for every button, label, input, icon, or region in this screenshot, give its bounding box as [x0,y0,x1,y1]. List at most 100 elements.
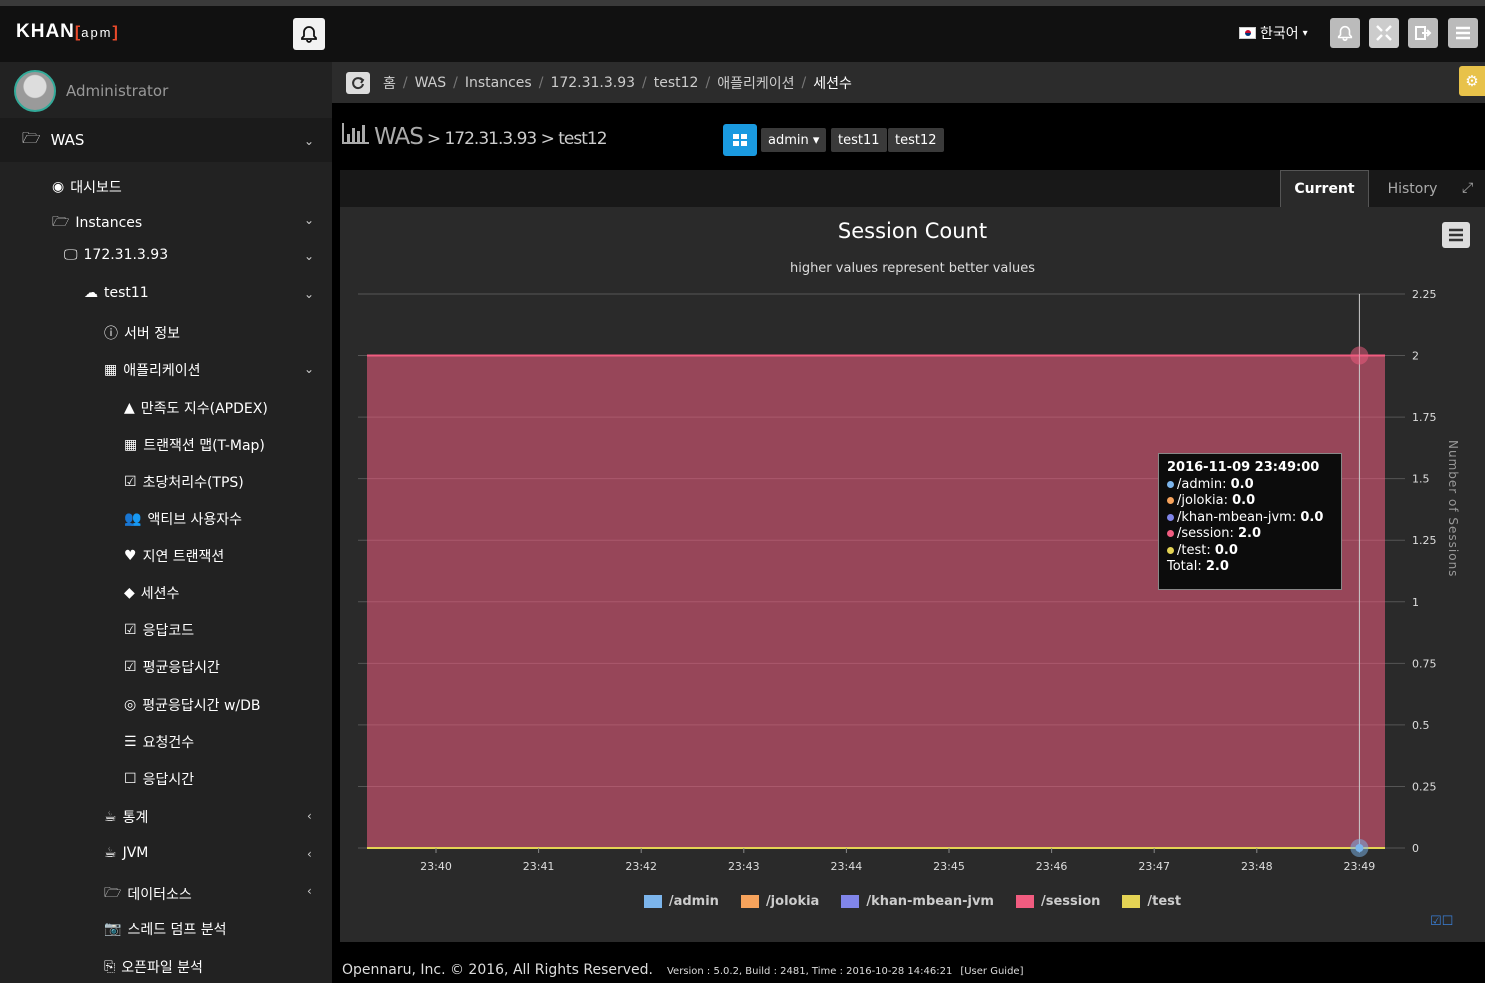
sidebar-item-server-info[interactable]: ⓘ 서버 정보 [104,323,180,343]
checkbox-icon: ☑ [124,622,137,638]
dashboard-icon: ◉ [52,179,65,195]
app-dropdown[interactable]: admin ▾ [761,128,827,152]
chevron-down-icon: ⌄ [304,287,315,301]
sidebar-item-test11[interactable]: ☁ test11 [84,285,149,301]
sidebar-item-jvm[interactable]: ☕ JVM [104,845,148,861]
sidebar-item-avg-response-db[interactable]: ◎ 평균응답시간 w/DB [124,695,261,715]
breadcrumb-current: 세션수 [813,75,852,92]
legend-label: /admin [668,894,719,909]
sidebar-item-stats[interactable]: ☕ 통계 [104,807,148,827]
tooltip-series-value: 0.0 [1300,509,1324,525]
user-guide-link[interactable]: [User Guide] [960,966,1023,977]
x-tick-label: 23:41 [523,860,555,873]
tooltip-row: /test: 0.0 [1167,543,1333,560]
sidebar-item-instances[interactable]: 🗁 Instances [52,211,142,235]
sidebar-item-label: 대시보드 [70,180,122,196]
instance-pill-test12[interactable]: test12 [888,128,944,152]
sidebar-item-request-count[interactable]: ☰ 요청건수 [124,732,194,752]
breadcrumb-instances[interactable]: Instances [465,75,532,91]
sidebar-item-active-users[interactable]: 👥 액티브 사용자수 [124,509,242,529]
y-tick-label: 0.75 [1412,657,1437,670]
tooltip-series-value: 0.0 [1232,493,1256,508]
sidebar-item-host[interactable]: 🖵 172.31.3.93 [64,247,168,263]
info-icon: ⓘ [104,326,118,342]
chart-toggle-icons[interactable]: ☑☐ [1430,914,1453,929]
chevron-down-icon: ⌄ [304,134,315,148]
sidebar-item-datasource[interactable]: 🗁 데이터소스 [104,882,192,906]
legend-item[interactable]: /khan-mbean-jvm [841,894,994,909]
sidebar-item-tmap[interactable]: ▦ 트랜잭션 맵(T-Map) [124,435,265,455]
chart-tooltip: 2016-11-09 23:49:00 /admin: 0.0/jolokia:… [1158,453,1342,590]
refresh-button[interactable] [346,71,370,94]
sidebar-item-delayed-tx[interactable]: ♥ 지연 트랜잭션 [124,546,224,566]
page-path: > 172.31.3.93 > test12 [426,129,608,149]
sidebar-item-label: 응답시간 [142,772,195,788]
y-tick-label: 2.25 [1412,288,1437,301]
legend-item[interactable]: /test [1122,894,1181,909]
sidebar-item-open-files[interactable]: ⎘ 오픈파일 분석 [104,957,203,977]
sidebar-item-response-code[interactable]: ☑ 응답코드 [124,620,194,640]
tooltip-series-name: /test: [1177,542,1215,558]
tooltip-row: /session: 2.0 [1167,526,1333,543]
app-logo[interactable]: KHAN[apm] [16,21,119,43]
menu-button[interactable] [1448,18,1478,48]
chevron-down-icon: ▾ [1302,27,1308,39]
user-profile[interactable]: Administrator [14,70,168,112]
legend-item[interactable]: /jolokia [740,894,819,909]
page-title-text: WAS [374,124,424,150]
grid-icon: ▦ [104,362,118,378]
y-tick-label: 0.5 [1412,719,1430,732]
sidebar-item-thread-dump[interactable]: 📷 스레드 덤프 분석 [104,919,227,939]
sidebar-item-label: 지연 트랜잭션 [142,549,225,565]
x-tick-label: 23:43 [728,860,760,873]
breadcrumb-host[interactable]: 172.31.3.93 [550,75,635,91]
sidebar-item-was[interactable]: 🗁 WAS ⌄ [0,118,332,162]
users-icon: 👥 [124,511,142,527]
fullscreen-button[interactable] [1369,18,1399,48]
korea-flag-icon [1239,27,1256,39]
sidebar-item-response-time[interactable]: ☐ 응답시간 [124,769,194,789]
sidebar-item-label: 데이터소스 [127,887,192,903]
breadcrumb-application[interactable]: 애플리케이션 [717,73,794,93]
breadcrumb-was[interactable]: WAS [415,75,447,91]
logout-button[interactable] [1408,18,1438,48]
road-icon: ▲ [124,400,135,416]
sidebar-item-tps[interactable]: ☑ 초당처리수(TPS) [124,472,244,492]
instance-pill-test11[interactable]: test11 [831,128,887,152]
sidebar-item-sessions[interactable]: ◆ 세션수 [124,583,179,603]
legend-swatch [740,895,759,908]
breadcrumb-home[interactable]: 홈 [383,73,396,93]
settings-button[interactable]: ⚙ [1459,66,1485,96]
sidebar-item-application[interactable]: ▦ 애플리케이션 [104,360,201,380]
user-name: Administrator [66,82,169,100]
breadcrumb-test12[interactable]: test12 [654,75,699,91]
chart-panel: Current History ⤢ Session Count higher v… [340,170,1485,942]
sidebar-item-dashboard[interactable]: ◉ 대시보드 [52,177,122,197]
tooltip-row: /khan-mbean-jvm: 0.0 [1167,510,1333,527]
sidebar-item-avg-response[interactable]: ☑ 평균응답시간 [124,657,220,677]
sidebar-item-apdex[interactable]: ▲ 만족도 지수(APDEX) [124,398,268,418]
hover-marker-dot [1355,844,1364,852]
main-content: 홈 / WAS / Instances/ 172.31.3.93/ test12/ … [332,62,1485,983]
legend-item[interactable]: /admin [643,894,719,909]
tooltip-total-value: 2.0 [1205,559,1229,574]
sidebar-item-label: 액티브 사용자수 [147,512,243,528]
series-dot-icon [1167,497,1174,504]
app-grid-button[interactable] [723,124,757,156]
chart-legend: /admin/jolokia/khan-mbean-jvm/session/te… [340,894,1485,909]
notification-bell-button[interactable] [293,18,325,50]
avatar [14,70,56,112]
sidebar-item-label: 스레드 덤프 분석 [127,922,227,938]
tooltip-time: 2016-11-09 23:49:00 [1167,460,1320,475]
footer-version: Version : 5.0.2, Build : 2481, Time : 20… [666,966,953,977]
cloud-icon: ☁ [84,285,98,301]
legend-label: /test [1147,894,1182,909]
alerts-button[interactable] [1330,18,1360,48]
y-axis-label: Number of Sessions [1446,440,1460,578]
legend-swatch [1122,895,1141,908]
tooltip-row: /jolokia: 0.0 [1167,493,1333,510]
y-tick-label: 1.5 [1412,473,1430,486]
legend-item[interactable]: /session [1015,894,1100,909]
language-select[interactable]: 한국어 ▾ [1239,23,1308,43]
sidebar-item-label: JVM [122,845,149,861]
